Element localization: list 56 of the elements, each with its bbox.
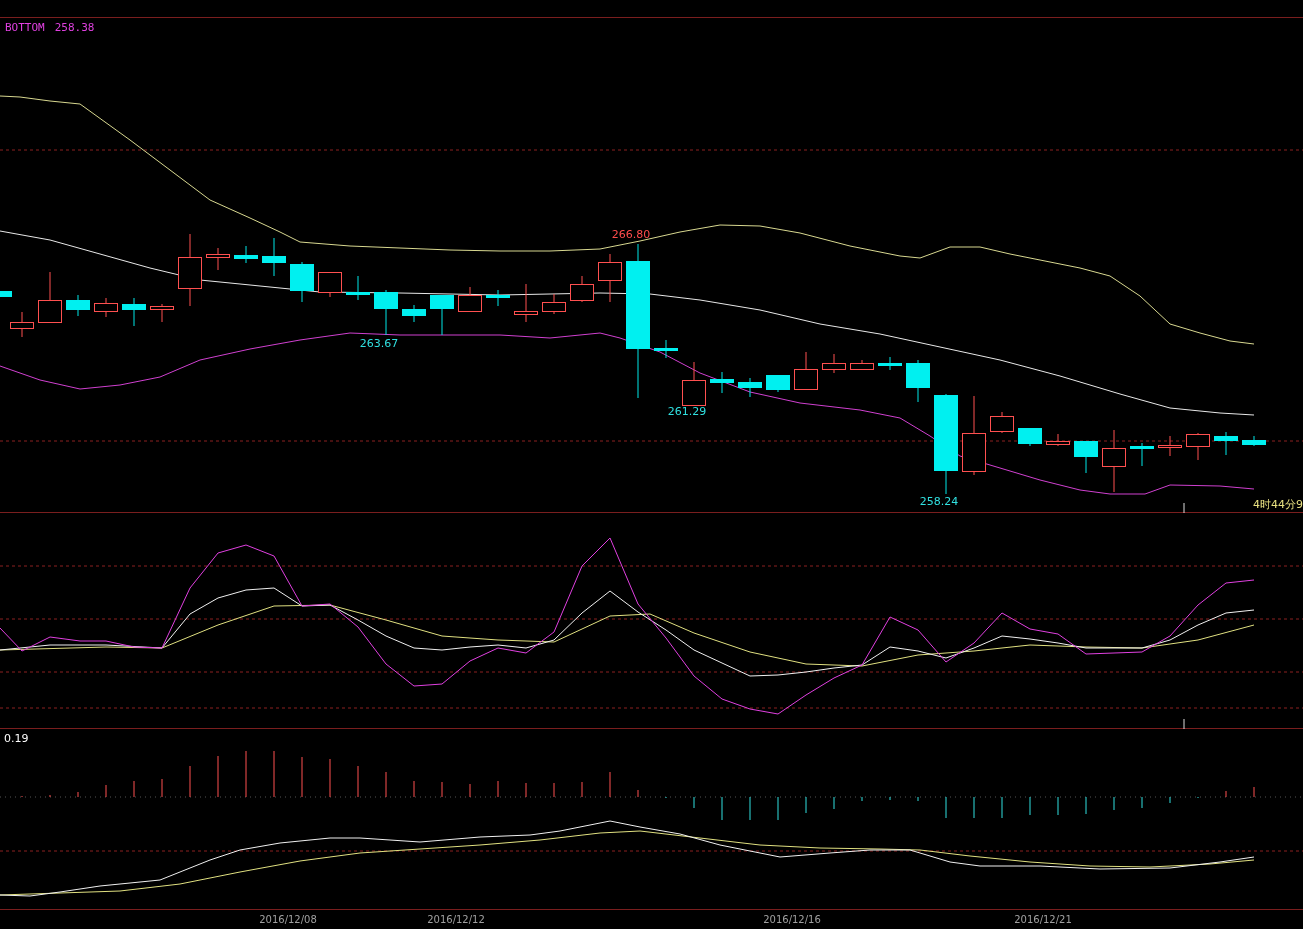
candlestick: [66, 294, 90, 317]
candlestick: [486, 289, 510, 307]
candlestick: [1074, 440, 1098, 474]
candlestick: [514, 283, 538, 323]
candlestick: [878, 356, 902, 371]
price-annotation: 261.29: [667, 405, 707, 418]
candlestick: [318, 271, 342, 298]
indicator-label: BOTTOM: [5, 20, 45, 36]
time-label: 4时44分9: [1253, 498, 1303, 511]
date-axis-label: 2016/12/16: [763, 913, 821, 927]
price-annotation: 266.80: [611, 228, 651, 241]
candlestick: [570, 275, 594, 303]
candlestick: [346, 275, 370, 301]
candlestick: [0, 290, 12, 298]
candlestick: [402, 304, 426, 323]
candlestick: [1158, 435, 1182, 457]
candlestick: [38, 271, 62, 324]
candlestick: [458, 286, 482, 313]
candlestick: [1046, 433, 1070, 447]
candlestick: [738, 377, 762, 398]
candlestick: [374, 289, 398, 336]
candlestick: [206, 247, 230, 271]
candlestick: [794, 351, 818, 391]
candlestick: [1130, 442, 1154, 467]
candlestick: [822, 353, 846, 374]
candlestick: [94, 297, 118, 318]
date-axis-label: 2016/12/12: [427, 913, 485, 927]
candlestick: [10, 311, 34, 338]
candlestick: [542, 293, 566, 315]
candlestick: [122, 297, 146, 327]
candlestick: [850, 359, 874, 371]
candlestick: [1242, 435, 1266, 447]
date-axis-label: 2016/12/21: [1014, 913, 1072, 927]
date-axis-label: 2016/12/08: [259, 913, 317, 927]
candlestick: [1018, 427, 1042, 447]
candlestick: [1214, 431, 1238, 456]
candlestick: [430, 294, 454, 336]
candlestick: [1186, 432, 1210, 461]
candlestick: [150, 303, 174, 323]
tick-mark: [1183, 502, 1185, 513]
tick-mark: [1183, 718, 1185, 729]
candlestick: [766, 374, 790, 393]
candlestick: [290, 261, 314, 303]
candlestick: [262, 237, 286, 277]
candlestick: [654, 339, 678, 359]
indicator-value: 258.38: [54, 20, 95, 36]
candlestick: [710, 371, 734, 394]
price-annotation: 263.67: [359, 337, 399, 350]
candlestick: [234, 245, 258, 264]
candlestick: [598, 253, 622, 303]
price-annotation: 258.24: [919, 495, 959, 508]
candlestick: [906, 359, 930, 403]
candlestick: [990, 411, 1014, 434]
candlestick: [682, 361, 706, 406]
macd-value: 0.19: [4, 731, 29, 747]
candlestick: [1102, 429, 1126, 493]
